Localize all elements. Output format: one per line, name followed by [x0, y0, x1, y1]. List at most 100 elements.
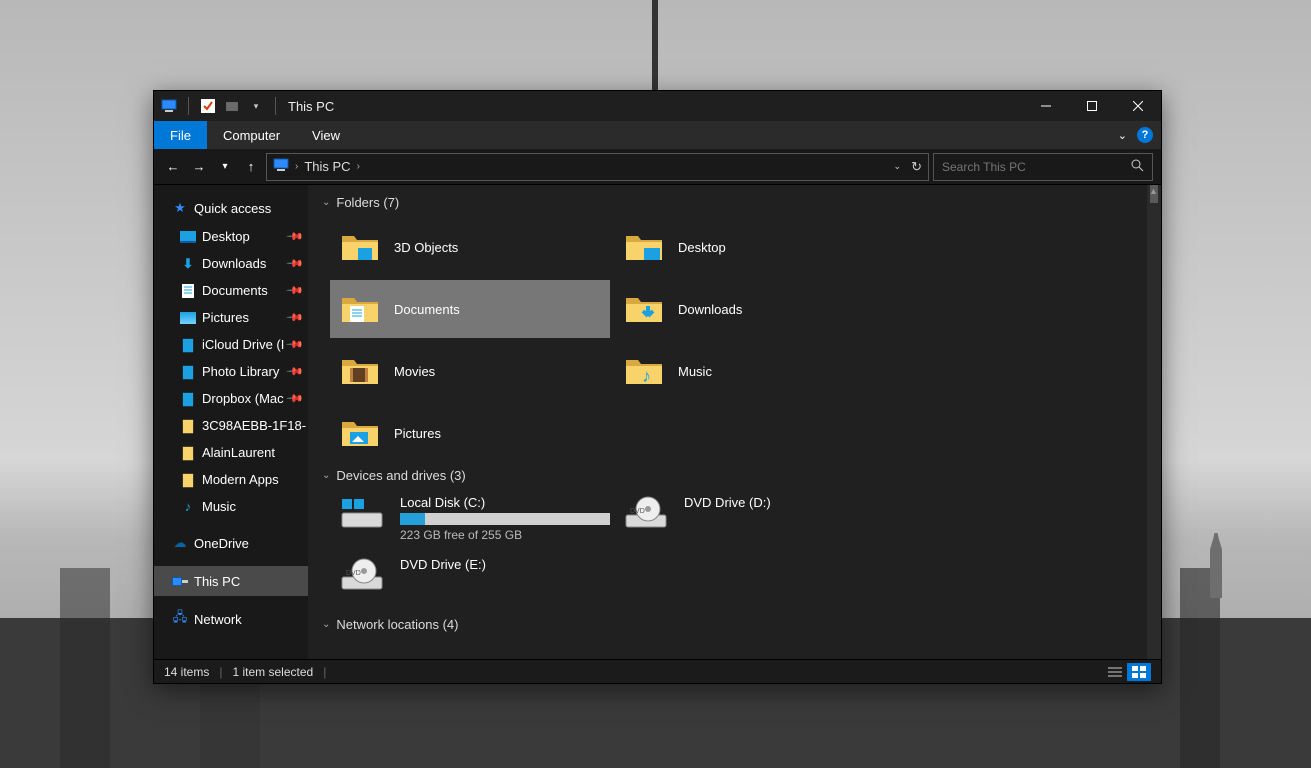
folder-icon: [340, 227, 380, 267]
svg-text:DVD: DVD: [630, 508, 645, 515]
sidebar-item-label: Modern Apps: [202, 472, 279, 487]
sidebar-item-label: Network: [194, 612, 242, 627]
drive-label: DVD Drive (E:): [400, 557, 486, 572]
tiles-view-button[interactable]: [1127, 663, 1151, 681]
search-box[interactable]: [933, 153, 1153, 181]
sidebar-item-documents[interactable]: Documents 📌: [154, 277, 308, 304]
navigation-pane: ★ Quick access Desktop 📌 ⬇ Downloads 📌 D…: [154, 185, 308, 659]
folder-icon: ▇: [180, 364, 196, 380]
folder-icon: ▇: [180, 472, 196, 488]
close-button[interactable]: [1115, 91, 1161, 121]
qat-dropdown-icon[interactable]: ▾: [247, 97, 265, 115]
address-segment[interactable]: This PC: [304, 159, 350, 174]
sidebar-item-photo-library[interactable]: ▇ Photo Library 📌: [154, 358, 308, 385]
folder-icon: ▇: [180, 337, 196, 353]
sidebar-item-label: AlainLaurent: [202, 445, 275, 460]
recent-locations-button[interactable]: ▾: [214, 153, 236, 181]
tab-computer[interactable]: Computer: [207, 121, 296, 149]
sidebar-item-dropbox[interactable]: ▇ Dropbox (Mac 📌: [154, 385, 308, 412]
folder-icon: [340, 289, 380, 329]
svg-text:♪: ♪: [642, 366, 651, 386]
folder-icon: ♪: [624, 351, 664, 391]
group-header-folders[interactable]: ⌄ Folders (7): [308, 189, 1161, 218]
drive-label: Local Disk (C:): [400, 495, 610, 510]
pictures-icon: [180, 310, 196, 326]
group-header-network-locations[interactable]: ⌄ Network locations (4): [308, 611, 1161, 640]
folder-documents[interactable]: Documents: [330, 280, 610, 338]
sidebar-item-desktop[interactable]: Desktop 📌: [154, 223, 308, 250]
sidebar-item-label: Desktop: [202, 229, 250, 244]
download-icon: ⬇: [180, 256, 196, 272]
group-label: Devices and drives (3): [336, 468, 465, 483]
sidebar-item-icloud[interactable]: ▇ iCloud Drive (I 📌: [154, 331, 308, 358]
star-icon: ★: [172, 200, 188, 216]
new-folder-icon[interactable]: [223, 97, 241, 115]
document-icon: [180, 283, 196, 299]
folder-3d-objects[interactable]: 3D Objects: [330, 218, 610, 276]
content-pane[interactable]: ▲ ⌄ Folders (7) 3D Objects De: [308, 185, 1161, 659]
status-item-count: 14 items: [164, 665, 209, 679]
sidebar-item-pictures[interactable]: Pictures 📌: [154, 304, 308, 331]
scrollbar[interactable]: ▲: [1147, 185, 1161, 659]
tab-view[interactable]: View: [296, 121, 356, 149]
titlebar[interactable]: ▾ This PC: [154, 91, 1161, 121]
pin-icon: 📌: [286, 227, 305, 246]
sidebar-item-modern-apps[interactable]: ▇ Modern Apps: [154, 466, 308, 493]
search-icon[interactable]: [1131, 159, 1144, 175]
group-header-drives[interactable]: ⌄ Devices and drives (3): [308, 462, 1161, 491]
folder-desktop[interactable]: Desktop: [614, 218, 894, 276]
window-title: This PC: [288, 99, 334, 114]
sidebar-item-label: Quick access: [194, 201, 271, 216]
folder-movies[interactable]: Movies: [330, 342, 610, 400]
chevron-right-icon[interactable]: ›: [357, 161, 360, 172]
pin-icon: 📌: [286, 362, 305, 381]
dvd-drive-icon: DVD: [340, 557, 386, 603]
drive-capacity: 223 GB free of 255 GB: [400, 528, 610, 542]
address-bar[interactable]: › This PC › ⌄ ↻: [266, 153, 929, 181]
sidebar-item-label: Music: [202, 499, 236, 514]
drive-local-c[interactable]: Local Disk (C:) 223 GB free of 255 GB: [330, 491, 610, 549]
music-icon: ♪: [180, 499, 196, 515]
folder-pictures[interactable]: Pictures: [330, 404, 610, 462]
drive-dvd-d[interactable]: DVD DVD Drive (D:): [614, 491, 894, 549]
up-button[interactable]: ↑: [240, 153, 262, 181]
sidebar-item-downloads[interactable]: ⬇ Downloads 📌: [154, 250, 308, 277]
search-input[interactable]: [942, 160, 1123, 174]
chevron-right-icon[interactable]: ›: [295, 161, 298, 172]
group-label: Network locations (4): [336, 617, 458, 632]
sidebar-item-guid-folder[interactable]: ▇ 3C98AEBB-1F18-: [154, 412, 308, 439]
folder-icon: [624, 227, 664, 267]
item-label: Pictures: [394, 426, 441, 441]
item-label: Desktop: [678, 240, 726, 255]
sidebar-item-onedrive[interactable]: ☁ OneDrive: [154, 528, 308, 558]
details-view-button[interactable]: [1103, 663, 1127, 681]
refresh-button[interactable]: ↻: [911, 159, 922, 175]
ribbon-expand-icon[interactable]: ⌄: [1118, 129, 1127, 142]
tab-file[interactable]: File: [154, 121, 207, 149]
this-pc-icon: [172, 573, 188, 589]
folder-music[interactable]: ♪ Music: [614, 342, 894, 400]
folder-icon: [624, 289, 664, 329]
chevron-down-icon: ⌄: [322, 197, 330, 208]
address-dropdown-icon[interactable]: ⌄: [894, 161, 902, 172]
sidebar-item-this-pc[interactable]: This PC: [154, 566, 308, 596]
sidebar-item-alainlaurent[interactable]: ▇ AlainLaurent: [154, 439, 308, 466]
sidebar-item-quick-access[interactable]: ★ Quick access: [154, 193, 308, 223]
properties-icon[interactable]: [199, 97, 217, 115]
folder-downloads[interactable]: Downloads: [614, 280, 894, 338]
minimize-button[interactable]: [1023, 91, 1069, 121]
help-button[interactable]: ?: [1137, 127, 1153, 143]
item-label: Music: [678, 364, 712, 379]
pin-icon: 📌: [286, 389, 305, 408]
pin-icon: 📌: [286, 281, 305, 300]
sidebar-item-label: 3C98AEBB-1F18-: [202, 418, 306, 433]
item-label: Documents: [394, 302, 460, 317]
back-button[interactable]: ←: [162, 153, 184, 181]
folder-icon: ▇: [180, 445, 196, 461]
forward-button[interactable]: →: [188, 153, 210, 181]
drive-dvd-e[interactable]: DVD DVD Drive (E:): [330, 553, 610, 611]
maximize-button[interactable]: [1069, 91, 1115, 121]
group-label: Folders (7): [336, 195, 399, 210]
sidebar-item-network[interactable]: 🖧 Network: [154, 604, 308, 634]
sidebar-item-music[interactable]: ♪ Music: [154, 493, 308, 520]
